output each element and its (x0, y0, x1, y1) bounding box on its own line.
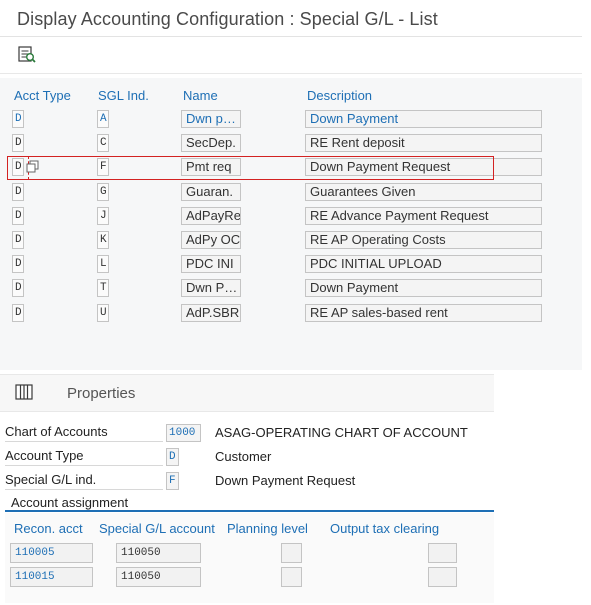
acct-type-cell[interactable]: D (12, 183, 24, 201)
special-gl-ind-field[interactable]: F (166, 472, 179, 490)
special-gl-account-cell[interactable]: 110050 (116, 567, 201, 587)
sgl-ind-cell[interactable]: J (97, 207, 109, 225)
sgl-ind-cell[interactable]: F (97, 158, 109, 176)
name-cell[interactable]: AdPayRe (181, 207, 241, 225)
prop-label-special-gl-ind: Special G/L ind. (5, 470, 163, 490)
acct-type-cell[interactable]: D (12, 304, 24, 322)
name-cell[interactable]: Guaran. (181, 183, 241, 201)
sgl-ind-cell[interactable]: C (97, 134, 109, 152)
planning-level-cell[interactable] (281, 543, 302, 563)
acct-type-cell[interactable]: D (12, 231, 24, 249)
prop-label-chart-of-accounts: Chart of Accounts (5, 422, 163, 442)
planning-level-cell[interactable] (281, 567, 302, 587)
name-cell[interactable]: PDC INI (181, 255, 241, 273)
name-cell[interactable]: AdPy OC (181, 231, 241, 249)
sgl-ind-cell[interactable]: U (97, 304, 109, 322)
description-cell[interactable]: RE Rent deposit (305, 134, 542, 152)
account-type-field[interactable]: D (166, 448, 179, 466)
name-cell[interactable]: Dwn p… (181, 110, 241, 128)
special-gl-account-cell[interactable]: 110050 (116, 543, 201, 563)
sgl-ind-cell[interactable]: T (97, 279, 109, 297)
properties-panel-icon[interactable] (15, 384, 33, 400)
name-cell[interactable]: Dwn P… (181, 279, 241, 297)
acct-type-cell[interactable]: D (12, 110, 24, 128)
properties-title: Properties (67, 385, 136, 402)
acct-type-cell[interactable]: D (12, 134, 24, 152)
sgl-ind-cell[interactable]: G (97, 183, 109, 201)
acct-type-cell[interactable]: D (12, 207, 24, 225)
chart-of-accounts-text: ASAG-OPERATING CHART OF ACCOUNT (215, 425, 468, 440)
description-cell[interactable]: Down Payment Request (305, 158, 542, 176)
name-cell[interactable]: Pmt req (181, 158, 241, 176)
acct-type-cell[interactable]: D (12, 158, 24, 176)
description-cell[interactable]: RE Advance Payment Request (305, 207, 542, 225)
column-header-name[interactable]: Name (183, 88, 218, 103)
details-view-icon (18, 46, 36, 63)
description-cell[interactable]: Down Payment (305, 279, 542, 297)
column-header-recon-acct[interactable]: Recon. acct (14, 521, 83, 536)
acct-type-cell[interactable]: D (12, 279, 24, 297)
prop-label-account-type: Account Type (5, 446, 163, 466)
chart-of-accounts-field[interactable]: 1000 (166, 424, 201, 442)
account-type-text: Customer (215, 449, 272, 464)
account-assignment-title: Account assignment (11, 495, 129, 510)
sgl-ind-cell[interactable]: K (97, 231, 109, 249)
column-header-special-gl-account[interactable]: Special G/L account (99, 521, 215, 536)
description-cell[interactable]: RE AP sales-based rent (305, 304, 542, 322)
acct-type-cell[interactable]: D (12, 255, 24, 273)
name-cell[interactable]: SecDep. (181, 134, 241, 152)
description-cell[interactable]: PDC INITIAL UPLOAD (305, 255, 542, 273)
output-tax-clearing-cell[interactable] (428, 567, 457, 587)
sgl-ind-cell[interactable]: L (97, 255, 109, 273)
description-cell[interactable]: Down Payment (305, 110, 542, 128)
description-cell[interactable]: Guarantees Given (305, 183, 542, 201)
column-header-description[interactable]: Description (307, 88, 372, 103)
name-cell[interactable]: AdP.SBR (181, 304, 241, 322)
details-view-button[interactable] (14, 42, 40, 68)
column-header-acct-type[interactable]: Acct Type (14, 88, 71, 103)
sgl-ind-cell[interactable]: A (97, 110, 109, 128)
page-title: Display Accounting Configuration : Speci… (17, 9, 438, 29)
special-gl-ind-text: Down Payment Request (215, 473, 356, 488)
recon-acct-cell[interactable]: 110005 (10, 543, 93, 563)
description-cell[interactable]: RE AP Operating Costs (305, 231, 542, 249)
column-header-sgl-ind[interactable]: SGL Ind. (98, 88, 149, 103)
column-header-planning-level[interactable]: Planning level (227, 521, 308, 536)
recon-acct-cell[interactable]: 110015 (10, 567, 93, 587)
toolbar-divider (0, 73, 582, 74)
title-divider (0, 36, 582, 37)
column-header-output-tax-clearing[interactable]: Output tax clearing (330, 521, 439, 536)
copy-icon[interactable] (26, 160, 40, 174)
output-tax-clearing-cell[interactable] (428, 543, 457, 563)
